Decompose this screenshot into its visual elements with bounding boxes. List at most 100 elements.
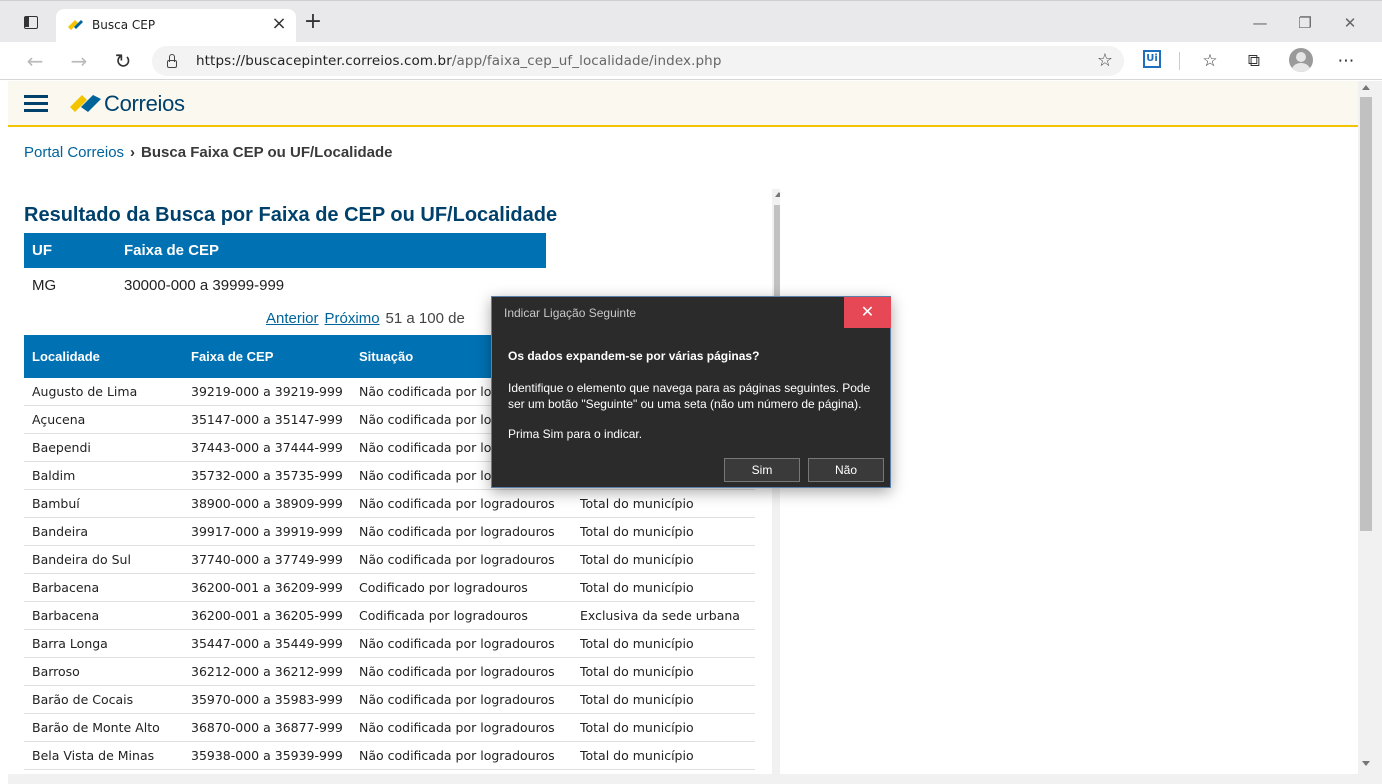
faixa-value: 30000-000 a 39999-999 (124, 277, 285, 294)
cell-localidade: Baldim (32, 468, 76, 483)
cell-situacao: Codificada por logradouros (359, 608, 528, 623)
breadcrumb-separator: › (130, 144, 136, 161)
dialog-no-button[interactable]: Não (808, 458, 884, 482)
breadcrumb-current: Busca Faixa CEP ou UF/Localidade (141, 144, 393, 161)
dialog-question: Os dados expandem-se por várias páginas? (508, 349, 760, 363)
cell-situacao: Não codificada por logradouros (359, 552, 555, 567)
maximize-button[interactable]: ❐ (1295, 13, 1315, 33)
cell-faixa: 35732-000 a 35735-999 (191, 468, 343, 483)
cell-faixa: 39917-000 a 39919-999 (191, 524, 343, 539)
pager-range: 51 a 100 de (385, 310, 465, 327)
cell-situacao: Não codificada por logradouros (359, 524, 555, 539)
dialog-prompt: Prima Sim para o indicar. (508, 427, 643, 441)
cell-localidade: Bela Vista de Minas (32, 748, 155, 763)
cell-tipo: Total do município (580, 636, 694, 651)
forward-icon[interactable]: → (66, 48, 92, 74)
dialog-title: Indicar Ligação Seguinte (504, 306, 637, 320)
page-scrollbar[interactable] (1358, 81, 1382, 784)
more-menu-icon[interactable]: ⋯ (1333, 48, 1359, 74)
collections-icon[interactable]: ⧉ (1241, 48, 1267, 74)
correios-logo-icon (70, 95, 101, 112)
table-row: Barbacena 36200-001 a 36209-999 Codificado… (24, 574, 755, 602)
cell-faixa: 38900-000 a 38909-999 (191, 496, 343, 511)
cell-tipo: Total do município (580, 664, 694, 679)
cell-faixa: 39219-000 a 39219-999 (191, 384, 343, 399)
uf-table: UF Faixa de CEP MG 30000-000 a 39999-999 (24, 233, 546, 303)
cell-localidade: Bandeira (32, 524, 89, 539)
col-localidade: Localidade (32, 349, 100, 364)
favorites-icon[interactable]: ☆ (1197, 48, 1223, 74)
cell-faixa: 36870-000 a 36877-999 (191, 720, 343, 735)
breadcrumb-home-link[interactable]: Portal Correios (24, 144, 124, 161)
cell-localidade: Bandeira do Sul (32, 552, 131, 567)
cell-localidade: Barbacena (32, 580, 100, 595)
close-window-button[interactable]: ✕ (1340, 13, 1360, 33)
extension-ui-icon[interactable]: Ui (1143, 50, 1161, 68)
cell-situacao: Não codificada por logradouros (359, 748, 555, 763)
tab-actions-icon[interactable] (24, 16, 38, 29)
dialog-body: Identifique o elemento que navega para a… (508, 381, 871, 411)
cell-tipo: Total do município (580, 580, 694, 595)
cell-localidade: Barroso (32, 664, 80, 679)
cell-situacao: Não codificada por logradouros (359, 636, 555, 651)
refresh-icon[interactable]: ↻ (110, 48, 136, 74)
address-bar[interactable]: https://buscacepinter.correios.com.br/ap… (152, 46, 1124, 76)
col-faixa: Faixa de CEP (191, 349, 274, 364)
cell-tipo: Total do município (580, 524, 694, 539)
col-situacao: Situação (359, 349, 414, 364)
table-row: Barão de Monte Alto 36870-000 a 36877-999… (24, 714, 755, 742)
pagination: Anterior Próximo 51 a 100 de (266, 310, 465, 327)
faixa-header: Faixa de CEP (124, 242, 220, 259)
hamburger-menu-icon[interactable] (24, 95, 48, 113)
cell-faixa: 35970-000 a 35983-999 (191, 692, 343, 707)
cell-tipo: Total do município (580, 720, 694, 735)
minimize-button[interactable]: — (1250, 13, 1270, 33)
cell-localidade: Baependi (32, 440, 91, 455)
pager-prev-link[interactable]: Anterior (266, 310, 319, 327)
new-tab-button[interactable]: + (302, 11, 324, 33)
correios-logo[interactable]: Correios (68, 88, 198, 120)
horizontal-scrollbar[interactable] (8, 774, 1358, 784)
cell-faixa: 35147-000 a 35147-999 (191, 412, 343, 427)
lock-icon[interactable] (166, 54, 178, 68)
table-row: Barão de Cocais 35970-000 a 35983-999 Não … (24, 686, 755, 714)
browser-tab[interactable]: Busca CEP × (56, 9, 296, 43)
cell-situacao: Não codificada por logradouros (359, 692, 555, 707)
cell-localidade: Barão de Cocais (32, 692, 134, 707)
back-icon[interactable]: ← (22, 48, 48, 74)
profile-avatar[interactable] (1289, 48, 1313, 72)
dialog-close-icon[interactable]: ✕ (844, 297, 891, 328)
dialog-yes-button[interactable]: Sim (724, 458, 800, 482)
uf-table-row: MG 30000-000 a 39999-999 (24, 268, 546, 303)
cell-faixa: 36200-001 a 36209-999 (191, 580, 343, 595)
cell-localidade: Barão de Monte Alto (32, 720, 160, 735)
table-row: Bambuí 38900-000 a 38909-999 Não codificad… (24, 490, 755, 518)
cell-faixa: 35447-000 a 35449-999 (191, 636, 343, 651)
toolbar-divider (1179, 52, 1180, 70)
cell-localidade: Augusto de Lima (32, 384, 138, 399)
cell-faixa: 37740-000 a 37749-999 (191, 552, 343, 567)
cell-situacao: Não codificada por logradouros (359, 664, 555, 679)
add-favorite-icon[interactable]: ☆ (1094, 50, 1116, 72)
page-title: Resultado da Busca por Faixa de CEP ou U… (24, 204, 558, 226)
correios-favicon-icon (68, 20, 83, 30)
uf-value: MG (32, 277, 57, 294)
cell-localidade: Açucena (32, 412, 86, 427)
tab-close-icon[interactable]: × (270, 15, 288, 33)
cell-localidade: Barbacena (32, 608, 100, 623)
uf-table-header: UF Faixa de CEP (24, 233, 546, 268)
cell-situacao: Codificado por logradouros (359, 580, 528, 595)
cell-tipo: Total do município (580, 692, 694, 707)
browser-tab-strip: Busca CEP × + — ❐ ✕ (0, 0, 1382, 43)
table-row: Bela Vista de Minas 35938-000 a 35939-999… (24, 742, 755, 770)
cell-faixa: 37443-000 a 37444-999 (191, 440, 343, 455)
cell-faixa: 36212-000 a 36212-999 (191, 664, 343, 679)
uf-header: UF (32, 242, 52, 259)
next-link-dialog: Indicar Ligação Seguinte ✕ Os dados expa… (491, 296, 891, 488)
cell-localidade: Barra Longa (32, 636, 108, 651)
table-row: Barra Longa 35447-000 a 35449-999 Não codi… (24, 630, 755, 658)
pager-next-link[interactable]: Próximo (325, 310, 380, 327)
url-text[interactable]: https://buscacepinter.correios.com.br/ap… (196, 53, 722, 69)
cell-tipo: Total do município (580, 552, 694, 567)
cell-localidade: Bambuí (32, 496, 80, 511)
